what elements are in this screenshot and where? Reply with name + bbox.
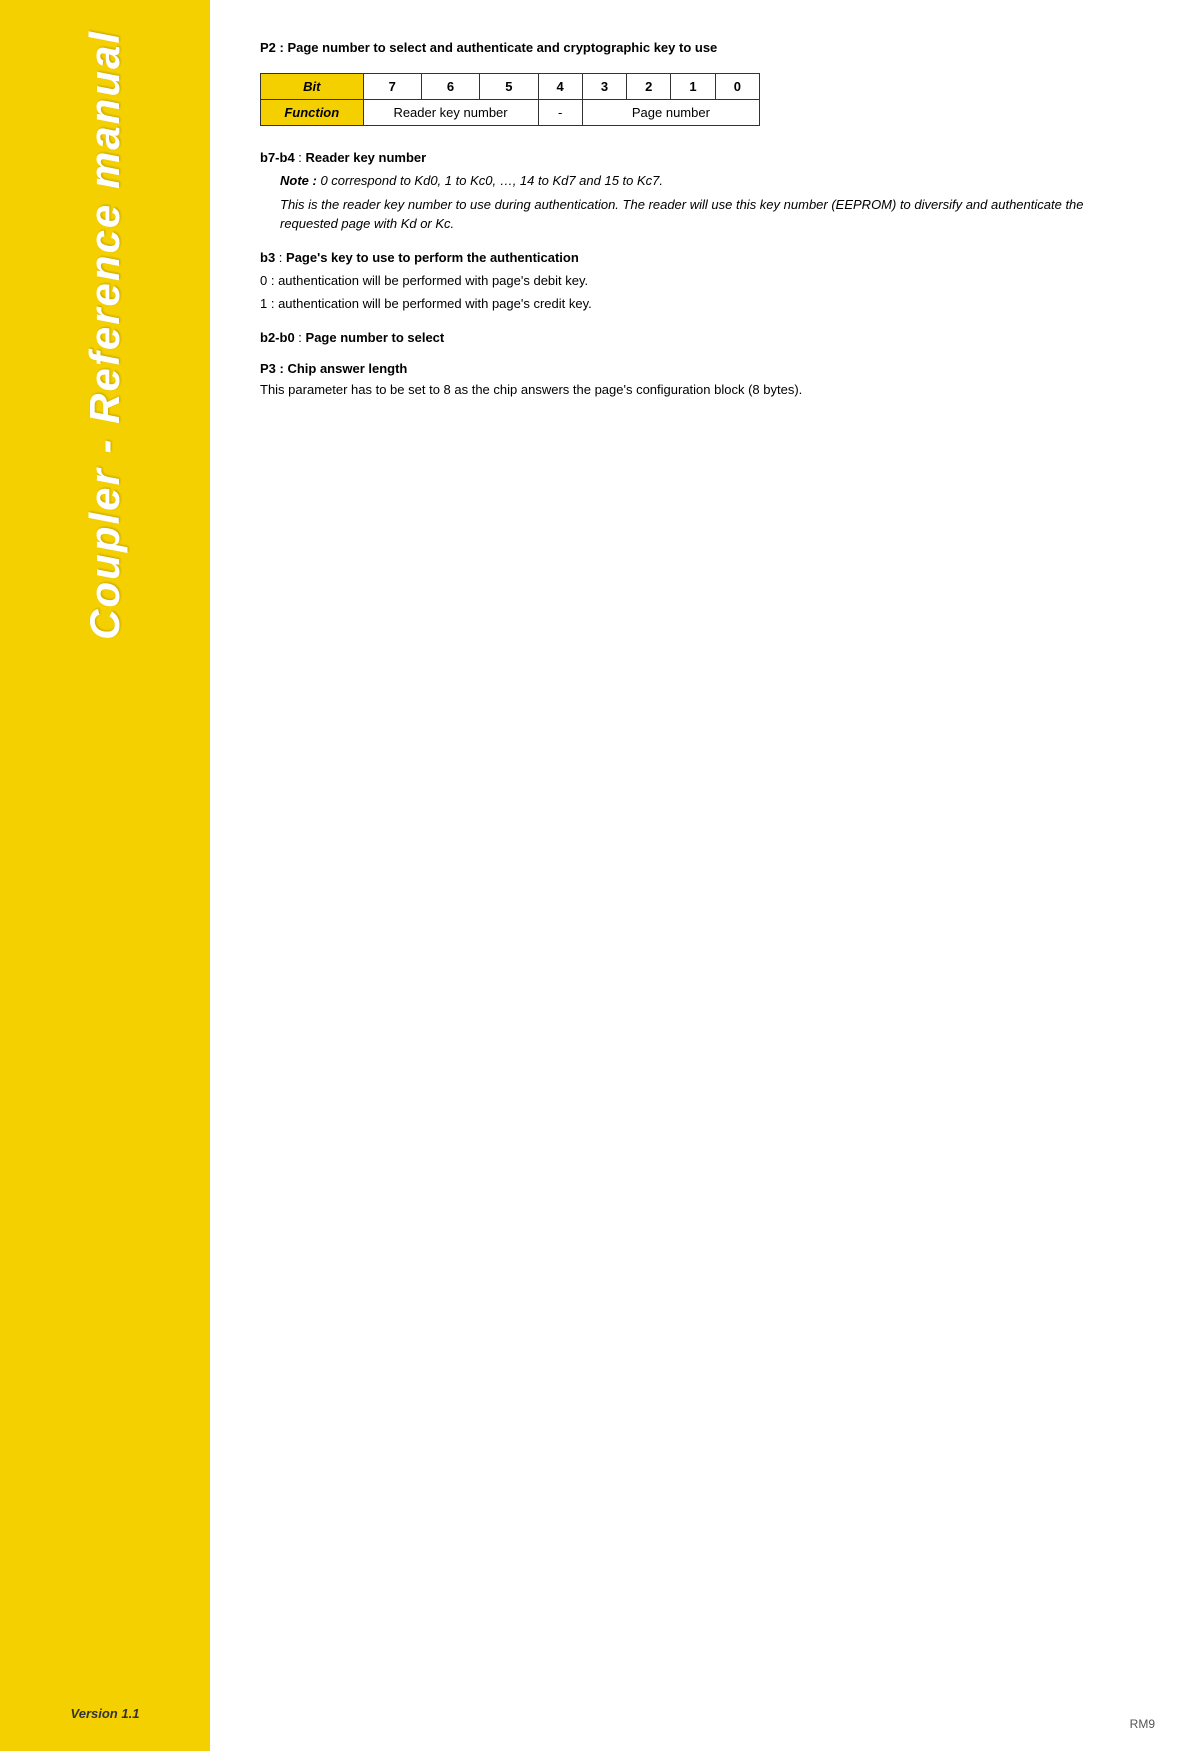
table-header-function: Function [261,100,364,126]
note-label: Note : [280,173,317,188]
b2b0-prefix: b2-b0 [260,330,295,345]
table-bit-3: 3 [582,74,626,100]
bit-table: Bit 7 6 5 4 3 2 1 0 Function Reader key … [260,73,760,126]
p3-text: This parameter has to be set to 8 as the… [260,380,1135,400]
sidebar-version: Version 1.1 [71,1706,140,1731]
b2b0-colon: : [298,330,305,345]
b3-title: b3 : Page's key to use to perform the au… [260,250,1135,265]
b3-line1: 0 : authentication will be performed wit… [260,271,1135,291]
table-bit-6: 6 [421,74,479,100]
b2b0-label: Page number to select [306,330,445,345]
main-content: P2 : Page number to select and authentic… [210,0,1185,1751]
p3-title: P3 : Chip answer length [260,361,1135,376]
b2b0-section: b2-b0 : Page number to select [260,330,1135,345]
note-text-1: 0 correspond to Kd0, 1 to Kc0, …, 14 to … [320,173,663,188]
table-bit-1: 1 [671,74,715,100]
table-bit-4: 4 [538,74,582,100]
table-reader-key: Reader key number [363,100,538,126]
page-number: RM9 [1130,1717,1155,1731]
section-heading: P2 : Page number to select and authentic… [260,40,1135,55]
b7b4-title: b7-b4 : Reader key number [260,150,1135,165]
page-footer: RM9 [1130,1717,1155,1731]
table-bit-2: 2 [627,74,671,100]
table-page-number: Page number [582,100,759,126]
b7b4-colon: : [298,150,305,165]
b7b4-prefix: b7-b4 [260,150,295,165]
table-bit-0: 0 [715,74,759,100]
b7b4-note-line1: Note : 0 correspond to Kd0, 1 to Kc0, …,… [280,171,1135,191]
sidebar: Coupler - Reference manual Version 1.1 [0,0,210,1751]
sidebar-title: Coupler - Reference manual [74,30,136,640]
b7b4-section: b7-b4 : Reader key number Note : 0 corre… [260,150,1135,234]
table-header-bit: Bit [261,74,364,100]
table-bit-5: 5 [480,74,538,100]
b7b4-label: Reader key number [306,150,427,165]
b3-line2: 1 : authentication will be performed wit… [260,294,1135,314]
b3-prefix: b3 [260,250,275,265]
p3-section: P3 : Chip answer length This parameter h… [260,361,1135,400]
table-bit-7: 7 [363,74,421,100]
b3-label: Page's key to use to perform the authent… [286,250,579,265]
b2b0-title: b2-b0 : Page number to select [260,330,1135,345]
b3-section: b3 : Page's key to use to perform the au… [260,250,1135,314]
table-dash: - [538,100,582,126]
b3-colon: : [279,250,286,265]
b7b4-note-line2: This is the reader key number to use dur… [280,195,1135,234]
